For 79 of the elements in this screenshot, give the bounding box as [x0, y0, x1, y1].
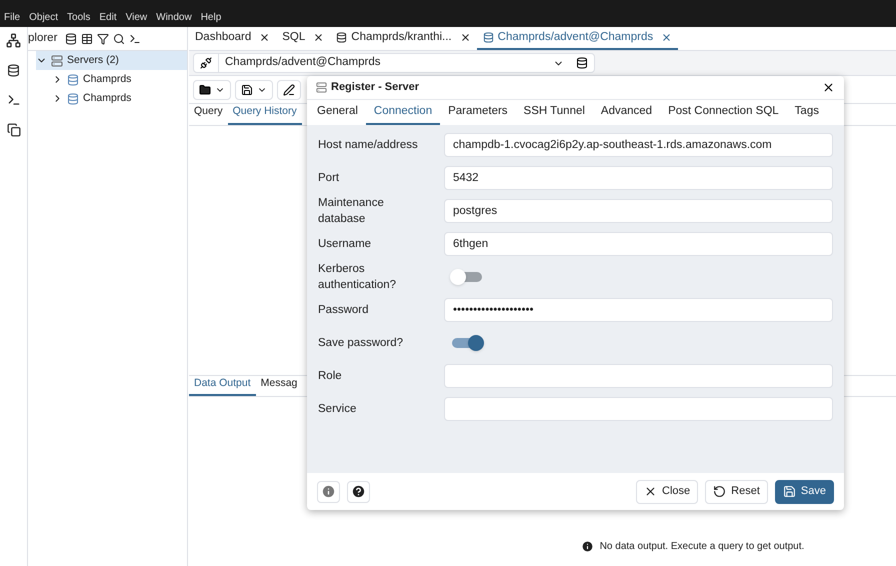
- close-icon: [644, 485, 658, 498]
- field-label: Kerberos authentication?: [318, 262, 398, 292]
- field-label: Service: [318, 402, 358, 416]
- toggle-switch[interactable]: [452, 272, 482, 282]
- field-label: Port: [318, 170, 340, 186]
- menu-item[interactable]: Help: [200, 10, 222, 25]
- menu-item[interactable]: Tools: [67, 10, 90, 25]
- tab[interactable]: Query: [189, 104, 228, 125]
- info-icon: [321, 484, 336, 499]
- object-explorer-icon[interactable]: [6, 33, 21, 48]
- menu-item[interactable]: Window: [156, 10, 192, 25]
- tree-item[interactable]: Champrds: [52, 89, 187, 108]
- field-label: Save password?: [318, 336, 404, 350]
- close-icon[interactable]: [822, 81, 835, 94]
- tree-item[interactable]: Servers (2): [36, 51, 187, 70]
- input-field[interactable]: champdb-1.cvocag2i6p2y.ap-southeast-1.rds.amazonaws.com: [444, 132, 833, 156]
- database-icon: [336, 32, 348, 43]
- field-label: Host name/address: [318, 138, 418, 152]
- menu-item[interactable]: View: [126, 10, 148, 25]
- panel-title: plorer: [28, 30, 58, 46]
- field-label: Password: [318, 302, 370, 318]
- close-icon[interactable]: [661, 32, 672, 43]
- input-field[interactable]: [444, 396, 833, 420]
- input-field[interactable]: 5432: [444, 166, 833, 190]
- input-field[interactable]: [444, 364, 833, 388]
- tree-item[interactable]: Champrds: [52, 70, 187, 89]
- dialog-button[interactable]: Save: [774, 480, 834, 504]
- database-icon[interactable]: [576, 57, 588, 69]
- connection-icon[interactable]: [200, 57, 212, 69]
- database-icon: [482, 32, 494, 43]
- dialog-button[interactable]: Reset: [705, 480, 768, 504]
- menu-item[interactable]: Edit: [99, 10, 117, 25]
- save-icon[interactable]: [241, 84, 253, 96]
- table-icon[interactable]: [81, 32, 94, 44]
- dialog-title: Register - Server: [331, 80, 420, 96]
- tab[interactable]: Post Connection SQL: [660, 100, 787, 125]
- tab[interactable]: SQL: [276, 27, 330, 50]
- filter-icon[interactable]: [97, 32, 110, 44]
- reset-icon: [713, 485, 726, 498]
- field-label: Username: [318, 236, 372, 252]
- pen-icon[interactable]: [283, 84, 295, 96]
- info-button[interactable]: [317, 480, 340, 502]
- tab[interactable]: Query History: [228, 104, 302, 125]
- input-field[interactable]: 6thgen: [444, 232, 833, 256]
- tab[interactable]: SSH Tunnel: [516, 100, 593, 125]
- database-icon[interactable]: [65, 32, 78, 44]
- tab[interactable]: Tags: [786, 100, 827, 125]
- field-label: Maintenance database: [318, 196, 385, 226]
- save-icon: [782, 485, 796, 498]
- help-icon: [351, 484, 366, 499]
- tab[interactable]: Messag: [256, 376, 302, 396]
- terminal-icon[interactable]: [129, 32, 142, 44]
- input-field[interactable]: postgres: [444, 198, 833, 222]
- close-icon[interactable]: [460, 32, 471, 43]
- tab[interactable]: General: [309, 100, 366, 125]
- tab[interactable]: Advanced: [592, 100, 660, 125]
- help-button[interactable]: [347, 480, 370, 502]
- field-label: Role: [318, 368, 343, 384]
- close-icon[interactable]: [259, 32, 270, 43]
- empty-message: No data output. Execute a query to get output.: [600, 540, 804, 554]
- server-icon: [316, 82, 327, 93]
- database-icon[interactable]: [7, 64, 20, 77]
- close-icon[interactable]: [313, 32, 324, 43]
- database-icon: [67, 74, 79, 86]
- info-icon: [580, 540, 594, 553]
- search-icon[interactable]: [113, 32, 126, 44]
- tab[interactable]: Parameters: [440, 100, 516, 125]
- folder-icon[interactable]: [199, 84, 211, 96]
- menu-item[interactable]: Object: [29, 10, 58, 25]
- tab[interactable]: Champrds/kranthi...: [330, 27, 477, 50]
- menu-item[interactable]: File: [4, 10, 20, 25]
- dialog-button[interactable]: Close: [636, 480, 698, 504]
- input-field[interactable]: ••••••••••••••••••••: [444, 298, 833, 322]
- terminal-icon[interactable]: [6, 93, 20, 107]
- tab[interactable]: Data Output: [189, 376, 256, 396]
- toggle-switch[interactable]: [452, 338, 482, 348]
- tab[interactable]: Dashboard: [189, 27, 276, 50]
- server-icon: [51, 54, 63, 66]
- database-icon: [67, 92, 79, 104]
